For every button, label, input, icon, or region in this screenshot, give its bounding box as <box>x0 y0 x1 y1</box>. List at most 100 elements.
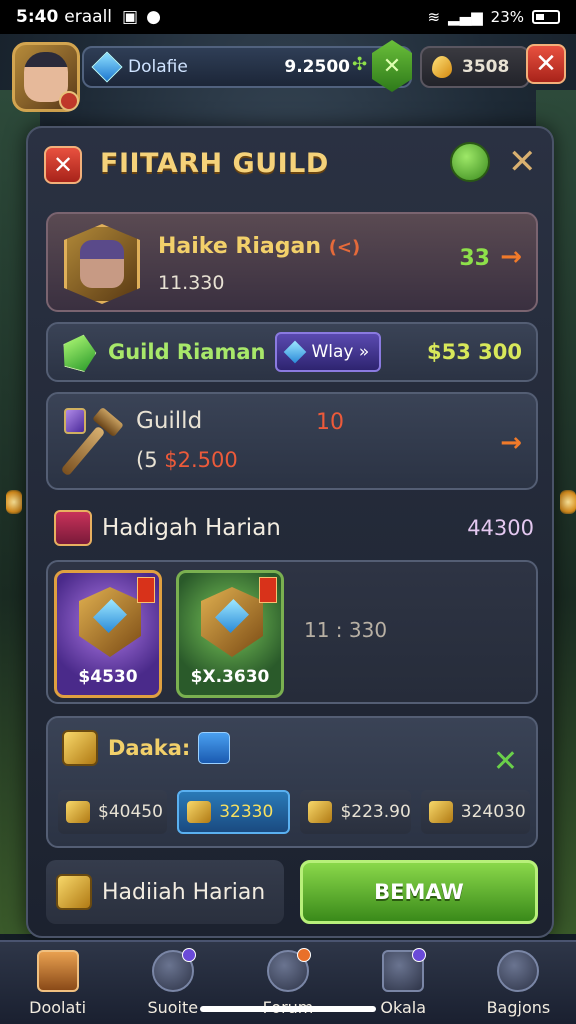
lock-icon[interactable] <box>450 142 490 182</box>
sword-icon[interactable] <box>198 732 231 764</box>
guild-chip[interactable]: Wlay » <box>275 332 382 372</box>
guild-panel: ✕ FIITARH GUILD ✕ Haike Riagan (<) 11.33… <box>26 126 554 938</box>
gold-box-icon <box>62 730 98 766</box>
shop-item-value: $223.90 <box>340 802 411 822</box>
heart-icon <box>428 801 453 823</box>
panel-header: ✕ FIITARH GUILD ✕ <box>28 128 552 202</box>
daily-label: Hadigah Harian <box>102 515 281 541</box>
plus-icon[interactable]: ✣ <box>352 54 367 75</box>
chest-icon <box>54 510 92 546</box>
scroll-icon <box>382 948 427 992</box>
profile-icon <box>497 950 540 992</box>
currency-label: Dolafie <box>128 57 188 77</box>
emblem-icon <box>201 587 263 657</box>
chest-icon <box>56 874 92 910</box>
shield-icon <box>64 408 86 434</box>
hero-face <box>80 240 124 288</box>
guild-bar-value: $53 300 <box>427 340 522 364</box>
wifi-icon: ≋ <box>427 8 441 26</box>
daily-value: 44300 <box>467 516 534 540</box>
profile-number: 33 <box>459 246 490 271</box>
status-carrier: eraall <box>64 7 113 27</box>
daily-reward-header: Hadigah Harian 44300 <box>54 506 534 550</box>
arrow-icon <box>308 801 333 823</box>
panel-title: FIITARH GUILD <box>100 148 329 179</box>
guild-bar[interactable]: Guild Riaman Wlay » $53 300 <box>46 322 538 382</box>
weapon-title: Guilld <box>136 408 203 434</box>
profile-tag: (<) <box>328 237 361 258</box>
shop-item[interactable]: 32330 <box>177 790 291 834</box>
guild-chip-label: Wlay » <box>311 342 370 362</box>
reward-timer: 11 : 330 <box>304 618 388 642</box>
shop-item-value: 32330 <box>219 802 274 822</box>
currency-value: 9.2500 <box>284 57 350 77</box>
battery-icon <box>532 10 560 24</box>
avatar-badge-icon <box>59 91 79 111</box>
nav-badge <box>412 948 427 962</box>
lamp-icon <box>560 490 576 514</box>
home-indicator[interactable] <box>200 1006 376 1012</box>
weapon-sub-prefix: (5 <box>136 448 158 472</box>
shop-item[interactable]: $40450 <box>58 790 168 834</box>
guild-bar-label: Guild Riaman <box>108 340 266 364</box>
search-icon <box>267 948 311 992</box>
shop-item[interactable]: $223.90 <box>300 790 411 834</box>
compass-icon <box>151 948 196 992</box>
weapon-sub-value: $2.500 <box>164 448 238 472</box>
coin-bar[interactable]: 3508 <box>420 46 530 88</box>
status-bar: 5:40 eraall ▣ ● ≋ ▂▄▆ 23% <box>0 0 576 34</box>
profile-card[interactable]: Haike Riagan (<) 11.330 33 → <box>46 212 538 312</box>
flag-icon <box>137 577 155 603</box>
hud-close-button[interactable]: ✕ <box>526 44 566 84</box>
nav-label: Doolati <box>29 998 87 1017</box>
shop-header: Daaka: <box>62 730 231 766</box>
claim-label: Hadiiah Harian <box>102 879 266 905</box>
home-icon <box>36 950 79 992</box>
nav-label: Suoite <box>147 998 199 1017</box>
shop-item[interactable]: 324030 <box>420 790 531 834</box>
profile-subtitle: 11.330 <box>158 272 225 294</box>
profile-name: Haike Riagan <box>158 234 322 259</box>
reward-tile[interactable]: $X.3630 <box>176 570 284 698</box>
shop-close-icon[interactable]: ✕ <box>493 744 518 779</box>
signal-icon: ▂▄▆ <box>448 8 483 26</box>
nav-badge <box>297 948 311 962</box>
reward-price: $4530 <box>78 667 138 687</box>
scroll-icon <box>187 801 212 823</box>
lamp-icon <box>6 490 22 514</box>
green-gem-icon <box>58 330 100 374</box>
nav-item-home[interactable]: Doolati <box>0 942 115 1024</box>
weapon-card[interactable]: Guilld 10 (5 $2.500 → <box>46 392 538 490</box>
shop-items: $40450 32330 $223.90 324030 <box>58 790 531 834</box>
gold-icon <box>66 801 90 823</box>
weapon-icon <box>60 406 126 478</box>
arrow-right-icon[interactable]: → <box>500 242 522 272</box>
nav-badge <box>181 948 196 962</box>
claim-button[interactable]: BEMAW <box>300 860 538 924</box>
player-avatar[interactable] <box>12 42 80 112</box>
weapon-subtitle: (5 $2.500 <box>136 448 238 472</box>
weapon-number: 10 <box>316 410 344 435</box>
notification-icon: ▣ <box>122 7 139 27</box>
battery-percent: 23% <box>490 8 524 26</box>
nav-label: Bagjons <box>486 998 551 1017</box>
profile-name-line: Haike Riagan (<) <box>158 234 360 259</box>
panel-dismiss-button[interactable]: ✕ <box>508 142 537 182</box>
nav-item-bagjons[interactable]: Bagjons <box>461 942 576 1024</box>
panel-close-button[interactable]: ✕ <box>44 146 82 184</box>
shop-label: Daaka: <box>108 736 191 760</box>
arrow-right-icon[interactable]: → <box>500 428 522 458</box>
coin-value: 3508 <box>462 57 510 77</box>
emblem-icon <box>79 587 141 657</box>
nav-label: Okala <box>380 998 427 1017</box>
shop-item-value: $40450 <box>98 802 163 822</box>
diamond-icon <box>284 340 307 364</box>
status-time: 5:40 <box>16 7 59 27</box>
shop-card: Daaka: ✕ $40450 32330 $223.90 324030 <box>46 716 538 848</box>
gold-gem-icon <box>432 56 452 78</box>
location-icon: ● <box>146 7 161 27</box>
blue-gem-icon <box>91 51 123 83</box>
reward-tile[interactable]: $4530 <box>54 570 162 698</box>
claim-label-box: Hadiiah Harian <box>46 860 284 924</box>
flag-icon <box>259 577 277 603</box>
